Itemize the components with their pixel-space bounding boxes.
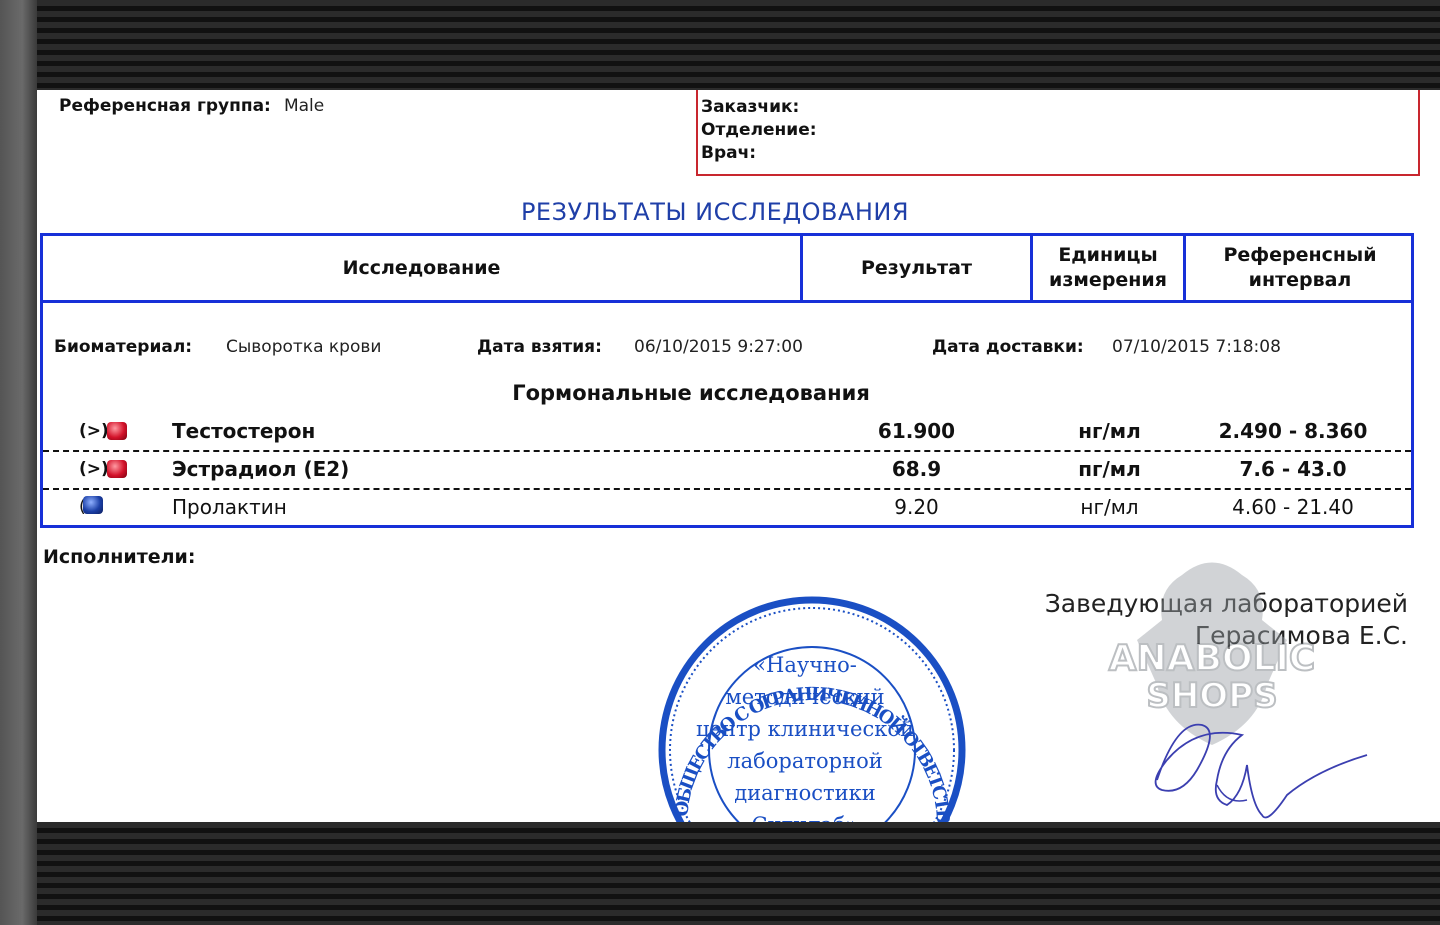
red-alert-icon [106,460,127,478]
taken-date-label: Дата взятия: [477,337,602,357]
reference-group-label: Референсная группа: [59,96,271,116]
lab-stamp: ОБЩЕСТВО С ОГРАНИЧЕННОЙ ОТВЕТСТВЕННОСТЬЮ… [647,580,966,822]
flag-indicator: (>) [79,450,149,488]
reference-range: 2.490 - 8.360 [1218,419,1368,443]
units-value: нг/мл [1080,495,1139,519]
blue-normal-icon [83,496,103,514]
table-row: (>) Тестостерон 61.900 нг/мл 2.490 - 8.3… [43,412,1411,452]
stamp-line: лабораторной [727,749,882,773]
result-value: 68.9 [891,457,942,481]
reference-range: 4.60 - 21.40 [1232,495,1354,519]
stamp-line: методический [725,685,884,709]
viewer-top-band [37,0,1440,90]
units-value: нг/мл [1078,419,1141,443]
units-value: пг/мл [1078,457,1141,481]
client-label: Заказчик: [701,97,800,117]
delivery-date-label: Дата доставки: [932,337,1084,357]
test-name: Пролактин [172,495,287,519]
reference-range: 7.6 - 43.0 [1239,457,1347,481]
flag-indicator: (>) [79,412,149,450]
client-info-box: Заказчик: Отделение: Врач: [696,90,1420,176]
column-header-reference: Референсный интервал [1223,244,1377,291]
column-header-result: Результат [803,236,1033,300]
signature-icon [1154,723,1368,819]
results-table: Исследование Результат Единицы измерения… [40,233,1414,528]
reference-group-value: Male [283,96,325,116]
stamp-line: «Научно- [753,653,857,677]
stamp-line: центр клинической [696,717,914,741]
watermark-line1: ANABOLIC [1109,638,1316,679]
taken-date-value: 06/10/2015 9:27:00 [634,337,803,357]
table-header: Исследование Результат Единицы измерения… [43,236,1411,303]
delivery-date-value: 07/10/2015 7:18:08 [1112,337,1281,357]
executors-label: Исполнители: [43,546,196,568]
department-label: Отделение: [701,120,817,140]
result-value: 9.20 [894,495,939,519]
flag-text: (>) [79,459,109,479]
result-value: 61.900 [877,419,956,443]
test-name: Тестостерон [172,419,316,443]
table-row: () Пролактин 9.20 нг/мл 4.60 - 21.40 [43,488,1411,526]
column-header-units: Единицы измерения [1033,236,1186,300]
flag-text: (>) [79,421,109,441]
section-title: Гормональные исследования [512,381,870,405]
test-name: Эстрадиол (E2) [172,457,350,481]
viewer-left-edge [0,0,37,925]
document-page: Референсная группа: Male Заказчик: Отдел… [37,90,1440,822]
doctor-label: Врач: [701,143,757,163]
biomaterial-label: Биоматериал: [54,337,193,357]
stamp-line: Ситилаб» [751,813,858,822]
column-header-test: Исследование [43,236,803,300]
results-title: РЕЗУЛЬТАТЫ ИССЛЕДОВАНИЯ [520,198,910,226]
reference-group: Референсная группа: Male [59,96,324,116]
viewer-bottom-band [37,822,1440,925]
red-alert-icon [106,422,127,440]
biomaterial-value: Сыворотка крови [226,337,382,357]
stamp-line: диагностики [734,781,876,805]
table-row: (>) Эстрадиол (E2) 68.9 пг/мл 7.6 - 43.0 [43,450,1411,490]
